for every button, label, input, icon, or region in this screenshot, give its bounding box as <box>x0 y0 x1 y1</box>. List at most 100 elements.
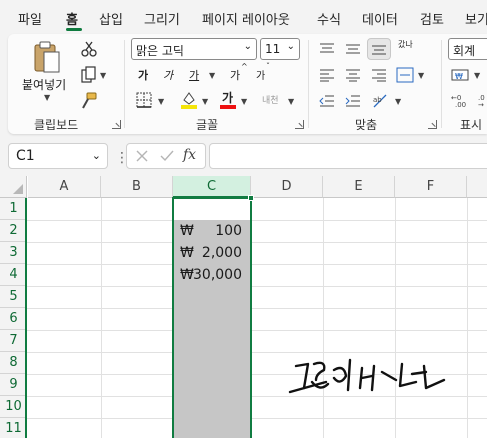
tab-home[interactable]: 홈 <box>66 9 78 28</box>
row-header-5[interactable]: 5 <box>0 286 27 308</box>
orientation-dropdown-icon[interactable]: ▼ <box>395 97 401 106</box>
font-group-label: 글꼴 <box>196 118 219 132</box>
gridline <box>27 264 487 265</box>
align-center-icon[interactable] <box>345 68 361 82</box>
enter-icon[interactable] <box>159 149 175 163</box>
merge-dropdown-icon[interactable]: ▼ <box>418 71 424 80</box>
gridline <box>27 330 487 331</box>
row-header-8[interactable]: 8 <box>0 352 27 374</box>
copy-icon[interactable] <box>80 66 98 84</box>
column-header-d[interactable]: D <box>251 176 323 198</box>
formula-buttons: fx <box>126 143 206 169</box>
column-header-g[interactable] <box>467 176 487 198</box>
row-header-9[interactable]: 9 <box>0 374 27 396</box>
number-group-label: 표시 <box>460 118 483 132</box>
increase-indent-icon[interactable] <box>345 94 361 108</box>
italic-icon[interactable]: 가 <box>163 67 173 83</box>
tab-data[interactable]: 데이터 <box>362 9 398 28</box>
align-middle-icon[interactable] <box>345 42 361 56</box>
font-size-select[interactable]: 11 ⌄ <box>260 38 300 60</box>
formula-input[interactable] <box>209 143 487 169</box>
orientation-icon[interactable]: ab <box>371 92 389 110</box>
borders-dropdown-icon[interactable]: ▼ <box>158 97 164 106</box>
column-header-b[interactable]: B <box>101 176 173 198</box>
clipboard-launcher-icon[interactable] <box>112 120 121 129</box>
svg-text:→: → <box>478 101 484 108</box>
alignment-launcher-icon[interactable] <box>428 120 437 129</box>
group-divider <box>124 40 125 128</box>
row-header-11[interactable]: 11 <box>0 418 27 438</box>
phonetic-dropdown-icon[interactable]: ▼ <box>288 97 294 106</box>
font-color-icon[interactable]: 가 <box>222 89 233 106</box>
font-name-select[interactable]: 맑은 고딕 ⌄ <box>131 38 257 60</box>
row-header-1[interactable]: 1 <box>0 198 27 220</box>
fill-color-dropdown-icon[interactable]: ▼ <box>202 97 208 106</box>
handwritten-watermark <box>288 358 446 394</box>
name-box[interactable]: C1 ⌄ <box>8 143 108 169</box>
tab-draw[interactable]: 그리기 <box>144 9 180 28</box>
font-color-dropdown-icon[interactable]: ▼ <box>241 97 247 106</box>
phonetic-guide-icon[interactable]: 내천 <box>262 93 279 106</box>
font-name-value: 맑은 고딕 <box>136 44 184 58</box>
grow-font-icon[interactable]: 가 <box>230 67 240 83</box>
row-header-4[interactable]: 4 <box>0 264 27 286</box>
selection-border <box>172 197 252 438</box>
number-format-select[interactable]: 회계 <box>448 38 487 60</box>
column-header-f[interactable]: F <box>395 176 467 198</box>
tab-review[interactable]: 검토 <box>420 9 444 28</box>
select-all-button[interactable] <box>0 176 27 198</box>
row-header-6[interactable]: 6 <box>0 308 27 330</box>
column-header-e[interactable]: E <box>323 176 395 198</box>
copy-dropdown-icon[interactable]: ▼ <box>100 71 106 80</box>
svg-text:₩: ₩ <box>455 72 463 81</box>
align-right-icon[interactable] <box>371 68 387 82</box>
underline-dropdown-icon[interactable]: ▼ <box>209 71 215 80</box>
gridline <box>323 198 324 438</box>
grow-arrow-icon: ^ <box>241 62 248 71</box>
row-header-7[interactable]: 7 <box>0 330 27 352</box>
accounting-format-icon[interactable]: ₩ <box>451 68 471 82</box>
tab-formulas[interactable]: 수식 <box>317 9 341 28</box>
spreadsheet-grid: A B C D E F 1 2 3 4 5 6 7 8 9 10 11 ₩ 10… <box>0 176 487 438</box>
tab-view[interactable]: 보기 <box>465 9 487 28</box>
paste-label[interactable]: 붙여넣기 <box>22 76 66 93</box>
merge-center-icon[interactable] <box>396 67 414 83</box>
accounting-dropdown-icon[interactable]: ▼ <box>474 71 480 80</box>
format-painter-icon[interactable] <box>80 92 98 110</box>
number-format-value: 회계 <box>453 44 476 58</box>
paste-icon[interactable] <box>32 40 62 74</box>
tab-insert[interactable]: 삽입 <box>99 9 123 28</box>
chevron-down-icon: ⌄ <box>91 149 101 162</box>
tab-page-layout[interactable]: 페이지 레이아웃 <box>202 9 290 28</box>
align-left-icon[interactable] <box>319 68 335 82</box>
align-top-icon[interactable] <box>319 42 335 56</box>
row-header-2[interactable]: 2 <box>0 220 27 242</box>
paste-dropdown-icon[interactable]: ▼ <box>44 93 50 102</box>
tab-file[interactable]: 파일 <box>18 9 42 28</box>
font-size-value: 11 <box>265 42 281 56</box>
font-launcher-icon[interactable] <box>295 120 304 129</box>
insert-function-icon[interactable]: fx <box>183 147 196 163</box>
decrease-decimal-icon[interactable]: .0 → <box>478 92 487 108</box>
row-header-3[interactable]: 3 <box>0 242 27 264</box>
column-header-a[interactable]: A <box>28 176 101 198</box>
underline-icon[interactable]: 가 <box>189 67 199 83</box>
decrease-indent-icon[interactable] <box>319 94 335 108</box>
increase-decimal-icon[interactable]: ←0 .00 <box>451 92 473 108</box>
wrap-text-icon[interactable]: 갔나 <box>398 40 414 49</box>
gridline <box>27 286 487 287</box>
chevron-down-icon: ⌄ <box>286 41 295 52</box>
fill-handle[interactable] <box>248 195 254 201</box>
borders-icon[interactable] <box>136 92 152 108</box>
gridline <box>395 198 396 438</box>
bold-icon[interactable]: 가 <box>138 67 148 83</box>
cancel-icon[interactable] <box>135 149 149 163</box>
gridline <box>27 242 487 243</box>
cut-icon[interactable] <box>80 40 98 58</box>
group-divider <box>441 40 442 128</box>
row-header-10[interactable]: 10 <box>0 396 27 418</box>
shrink-font-icon[interactable]: 가 <box>256 67 265 82</box>
column-header-c[interactable]: C <box>173 176 251 198</box>
ribbon: 붙여넣기 ▼ ▼ 클립보드 맑은 고딕 ⌄ 11 ⌄ 가 가 가 ▼ 가 ^ 가… <box>8 34 487 134</box>
fill-color-icon[interactable] <box>180 90 198 110</box>
